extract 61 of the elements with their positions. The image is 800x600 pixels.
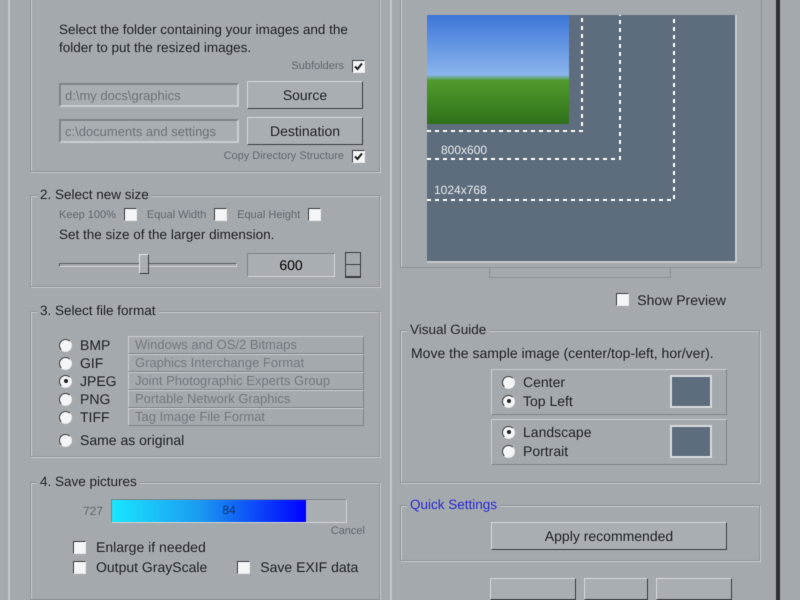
radio-button[interactable] bbox=[502, 426, 515, 439]
checkbox[interactable] bbox=[308, 208, 322, 221]
checkbox-label: Equal Height bbox=[237, 208, 300, 220]
progress-label: 84 bbox=[221, 503, 237, 518]
checkbox-label: Equal Width bbox=[146, 208, 206, 220]
radio-button[interactable] bbox=[59, 338, 72, 352]
format-label: TIFF bbox=[80, 409, 111, 426]
format-label: BMP bbox=[80, 337, 112, 354]
radio-button[interactable] bbox=[59, 410, 72, 424]
monitor-icon bbox=[670, 425, 712, 458]
checkbox[interactable] bbox=[352, 60, 365, 72]
instruction-text: Set the size of the larger dimension. bbox=[59, 227, 276, 242]
destination-button[interactable]: Destination bbox=[247, 117, 363, 145]
instruction-text: Select the folder containing your images and the folder to put the resized images. bbox=[59, 21, 349, 57]
dialog-button[interactable] bbox=[490, 578, 576, 600]
radio-button[interactable] bbox=[59, 392, 72, 406]
radio-label: Same as original bbox=[80, 432, 184, 448]
checkbox[interactable] bbox=[214, 208, 228, 221]
radio-button[interactable] bbox=[59, 434, 72, 447]
size-field[interactable]: 600 bbox=[247, 253, 335, 277]
group-title: Quick Settings bbox=[407, 496, 500, 512]
checkbox[interactable] bbox=[352, 150, 365, 162]
group-title: Visual Guide bbox=[407, 322, 490, 337]
file-count: 727 bbox=[82, 504, 103, 518]
group-title: 3. Select file format bbox=[37, 303, 159, 318]
apply-recommended-button[interactable]: Apply recommended bbox=[491, 522, 727, 550]
radio-label: Top Left bbox=[523, 393, 573, 410]
radio-button[interactable] bbox=[59, 356, 72, 370]
format-label: PNG bbox=[80, 391, 112, 408]
checkbox-label: Show Preview bbox=[637, 292, 726, 308]
checkbox[interactable] bbox=[124, 208, 137, 221]
dialog-button[interactable] bbox=[584, 578, 648, 600]
source-button[interactable]: Source bbox=[247, 81, 363, 109]
radio-label: Portrait bbox=[523, 443, 568, 460]
checkbox-label: Keep 100% bbox=[59, 208, 116, 220]
radio-button[interactable] bbox=[59, 374, 72, 388]
group-title: 2. Select new size bbox=[37, 187, 152, 202]
checkbox-label: Output GrayScale bbox=[96, 559, 208, 576]
monitor-icon bbox=[670, 375, 712, 408]
dialog-button[interactable] bbox=[656, 578, 732, 600]
checkbox-label: Subfolders bbox=[291, 60, 344, 72]
radio-label: Landscape bbox=[523, 424, 592, 440]
guide-label: 800x600 bbox=[441, 143, 488, 157]
instruction-text: Move the sample image (center/top-left, hor/ver). bbox=[411, 344, 715, 361]
checkbox-label: Save EXIF data bbox=[260, 559, 358, 576]
radio-button[interactable] bbox=[502, 394, 515, 408]
guide-label: 1024x768 bbox=[434, 183, 487, 197]
checkbox[interactable] bbox=[73, 540, 86, 554]
radio-label: Center bbox=[523, 374, 566, 390]
spinner[interactable] bbox=[345, 252, 361, 278]
group-title: 4. Save pictures bbox=[37, 474, 140, 490]
checkbox-label: Enlarge if needed bbox=[96, 539, 206, 556]
slider-thumb[interactable] bbox=[139, 254, 150, 274]
radio-button[interactable] bbox=[502, 444, 515, 458]
checkbox[interactable] bbox=[616, 293, 630, 306]
checkbox[interactable] bbox=[73, 560, 86, 574]
radio-button[interactable] bbox=[502, 376, 515, 389]
checkbox-label: Copy Directory Structure bbox=[224, 150, 344, 162]
format-label: GIF bbox=[80, 355, 104, 372]
format-label: JPEG bbox=[80, 373, 118, 390]
checkbox[interactable] bbox=[237, 560, 250, 574]
